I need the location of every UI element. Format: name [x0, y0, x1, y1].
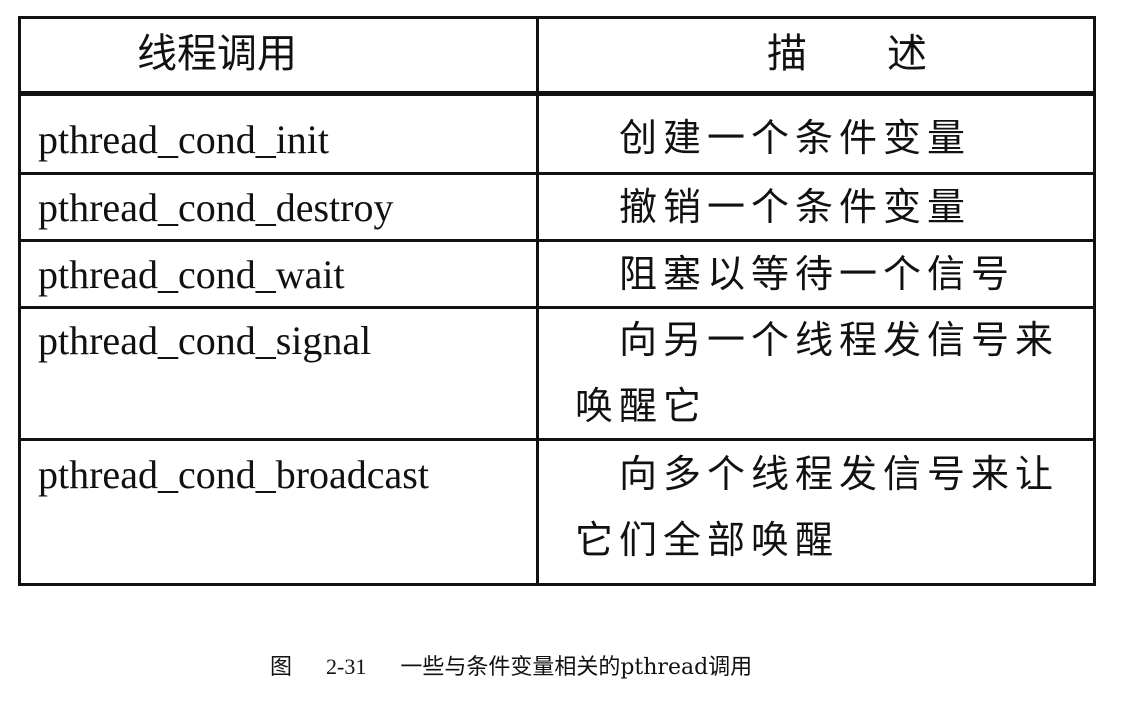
table-header-row: 线程调用 描 述	[21, 19, 1093, 91]
header-cell-description: 描 述	[536, 19, 1093, 91]
call-cell: pthread_cond_signal	[21, 309, 536, 438]
call-name: pthread_cond_wait	[38, 252, 345, 297]
call-description: 撤销一个条件变量	[619, 185, 972, 229]
table-row: pthread_cond_destroy 撤销一个条件变量	[21, 175, 1093, 239]
call-cell: pthread_cond_wait	[21, 242, 536, 306]
table-row: pthread_cond_wait 阻塞以等待一个信号	[21, 242, 1093, 306]
caption-text: 一些与条件变量相关的pthread调用	[400, 655, 753, 680]
description-cell: 向多个线程发信号来让它们全部唤醒	[536, 441, 1093, 583]
description-cell: 向另一个线程发信号来唤醒它	[536, 309, 1093, 438]
call-name: pthread_cond_broadcast	[38, 452, 429, 497]
table-row: pthread_cond_broadcast 向多个线程发信号来让它们全部唤醒	[21, 441, 1093, 583]
call-name: pthread_cond_init	[38, 117, 330, 162]
caption-label: 图	[270, 655, 293, 680]
call-name: pthread_cond_signal	[38, 318, 372, 363]
call-name: pthread_cond_destroy	[38, 185, 394, 230]
call-cell: pthread_cond_init	[21, 96, 536, 172]
header-cell-call: 线程调用	[21, 19, 536, 91]
call-description: 向多个线程发信号来让它们全部唤醒	[575, 452, 1060, 562]
figure-caption: 图 2-31 一些与条件变量相关的pthread调用	[270, 652, 752, 683]
header-call-label: 线程调用	[137, 31, 297, 77]
caption-number: 2-31	[326, 654, 367, 679]
call-cell: pthread_cond_destroy	[21, 175, 536, 239]
header-description-label: 描 述	[767, 31, 927, 77]
description-cell: 创建一个条件变量	[536, 96, 1093, 172]
pthread-table: 线程调用 描 述 pthread_cond_init 创建一个条件变量 pthr…	[18, 16, 1096, 586]
call-description: 向另一个线程发信号来唤醒它	[575, 318, 1060, 428]
call-description: 阻塞以等待一个信号	[619, 252, 1016, 296]
call-cell: pthread_cond_broadcast	[21, 441, 536, 583]
description-cell: 撤销一个条件变量	[536, 175, 1093, 239]
call-description: 创建一个条件变量	[619, 116, 972, 160]
description-cell: 阻塞以等待一个信号	[536, 242, 1093, 306]
table-row: pthread_cond_init 创建一个条件变量	[21, 96, 1093, 172]
table-row: pthread_cond_signal 向另一个线程发信号来唤醒它	[21, 309, 1093, 438]
